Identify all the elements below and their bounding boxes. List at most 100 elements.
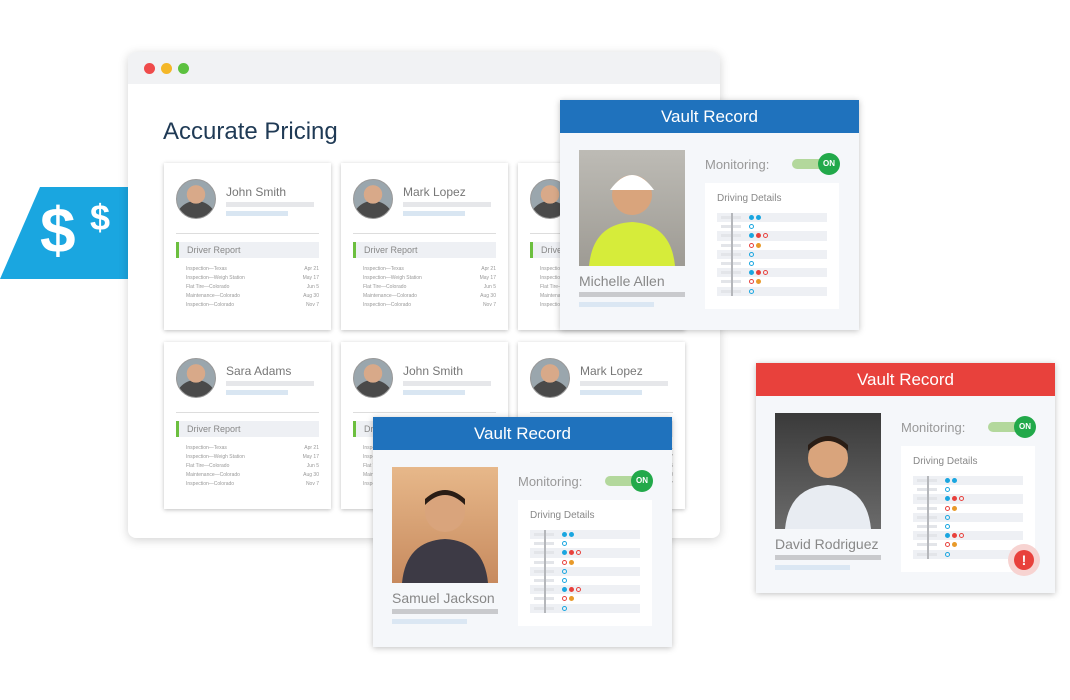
avatar	[353, 179, 393, 219]
report-item: Inspection—Texas Apr 21	[363, 266, 496, 275]
status-dot	[562, 541, 567, 547]
driving-details-title: Driving Details	[913, 456, 978, 467]
driver-name: Mark Lopez	[403, 185, 466, 199]
status-dot	[756, 279, 761, 285]
detail-row	[913, 485, 1023, 494]
monitoring-label: Monitoring:	[705, 157, 770, 172]
toggle-knob: ON	[1014, 416, 1036, 438]
status-dot	[569, 559, 574, 565]
driver-name: Sara Adams	[226, 364, 292, 378]
status-dot	[569, 550, 574, 556]
report-item: Flat Tire—Colorado Jun 5	[363, 284, 496, 293]
report-item-label: Inspection—Weigh Station	[363, 275, 422, 281]
vault-record-card[interactable]: Vault Record Samuel Jackson Monitoring: …	[373, 417, 672, 647]
detail-row	[530, 548, 640, 558]
driver-photo	[775, 413, 881, 529]
report-item: Inspection—Colorado Nov 7	[363, 302, 496, 311]
detail-row	[530, 594, 640, 603]
placeholder-bar	[403, 381, 491, 386]
driver-photo	[579, 150, 685, 266]
detail-row	[913, 476, 1023, 486]
driver-report-header: Driver Report	[353, 242, 496, 258]
toggle-knob: ON	[631, 470, 653, 492]
status-dot	[945, 505, 950, 511]
status-dot	[952, 496, 957, 502]
status-dot	[562, 577, 567, 583]
page-title: Accurate Pricing	[163, 118, 338, 145]
status-dot	[945, 551, 950, 557]
close-dot[interactable]	[144, 63, 155, 74]
report-item-label: Inspection—Colorado	[186, 481, 235, 487]
monitoring-label: Monitoring:	[518, 474, 583, 489]
divider	[176, 233, 319, 234]
maximize-dot[interactable]	[178, 63, 189, 74]
detail-row	[717, 231, 827, 241]
report-item: Inspection—Texas Apr 21	[186, 266, 319, 275]
driver-card[interactable]: John Smith Driver Report Inspection—Texa…	[164, 163, 331, 330]
report-item-label: Maintenance—Colorado	[186, 293, 240, 299]
report-item-date: Apr 21	[304, 266, 319, 272]
report-item-date: May 17	[302, 275, 319, 281]
status-dot	[945, 514, 950, 520]
report-item: Inspection—Texas Apr 21	[186, 445, 319, 454]
status-dot	[576, 550, 581, 556]
placeholder-bar	[580, 381, 668, 386]
status-dot	[945, 533, 950, 539]
driver-name: Samuel Jackson	[392, 590, 495, 606]
report-list: Inspection—Texas Apr 21 Inspection—Weigh S…	[363, 266, 496, 311]
report-item-label: Inspection—Colorado	[186, 302, 235, 308]
report-item-date: May 17	[302, 454, 319, 460]
placeholder-bar	[580, 390, 642, 395]
driver-card[interactable]: Mark Lopez Driver Report Inspection—Texa…	[341, 163, 508, 330]
report-list: Inspection—Texas Apr 21 Inspection—Weigh S…	[186, 445, 319, 490]
report-item-label: Inspection—Texas	[186, 445, 227, 451]
divider	[353, 412, 496, 413]
status-dot	[959, 496, 964, 502]
minimize-dot[interactable]	[161, 63, 172, 74]
driving-details-panel: Driving Details	[518, 500, 652, 626]
driving-details-title: Driving Details	[530, 510, 595, 521]
vault-record-card[interactable]: Vault Record Michelle Allen Monitoring: …	[560, 100, 859, 330]
driver-card[interactable]: Sara Adams Driver Report Inspection—Texa…	[164, 342, 331, 509]
placeholder-bar	[226, 211, 288, 216]
detail-row	[530, 576, 640, 585]
placeholder-bar	[579, 292, 685, 297]
dollar-icon-large: $	[40, 194, 76, 266]
dollar-icon-small: $	[90, 197, 111, 238]
detail-row	[717, 277, 827, 286]
toggle-knob: ON	[818, 153, 840, 175]
status-dot	[749, 242, 754, 248]
detail-row	[530, 603, 640, 613]
monitoring-toggle[interactable]: ON	[988, 416, 1036, 438]
report-item-label: Inspection—Weigh Station	[186, 454, 245, 460]
vault-header: Vault Record	[756, 363, 1055, 396]
status-dot	[562, 596, 567, 602]
report-item-label: Flat Tire—Colorado	[363, 284, 407, 290]
status-dot	[749, 215, 754, 220]
report-item-label: Maintenance—Colorado	[186, 472, 240, 478]
status-dot	[945, 496, 950, 502]
status-dot	[945, 478, 950, 483]
status-dot	[952, 505, 957, 511]
placeholder-bar	[226, 390, 288, 395]
vault-record-card[interactable]: Vault Record David Rodriguez Monitoring:…	[756, 363, 1055, 593]
status-dot	[756, 242, 761, 248]
status-dot	[749, 279, 754, 285]
status-dot	[756, 215, 761, 220]
report-item-date: Nov 7	[482, 302, 496, 308]
monitoring-toggle[interactable]: ON	[792, 153, 840, 175]
report-item-date: Apr 21	[481, 266, 496, 272]
report-item-label: Inspection—Texas	[186, 266, 227, 272]
vault-header: Vault Record	[560, 100, 859, 133]
detail-row	[913, 549, 1023, 559]
status-dot	[569, 587, 574, 593]
report-item-date: Jun 5	[483, 284, 496, 290]
alert-icon[interactable]: !	[1008, 544, 1040, 576]
status-dot	[749, 270, 754, 276]
vault-header: Vault Record	[373, 417, 672, 450]
report-item-label: Flat Tire—Colorado	[186, 284, 230, 290]
monitoring-toggle[interactable]: ON	[605, 470, 653, 492]
placeholder-bar	[579, 302, 654, 307]
status-dot	[763, 270, 768, 276]
detail-row	[913, 522, 1023, 531]
